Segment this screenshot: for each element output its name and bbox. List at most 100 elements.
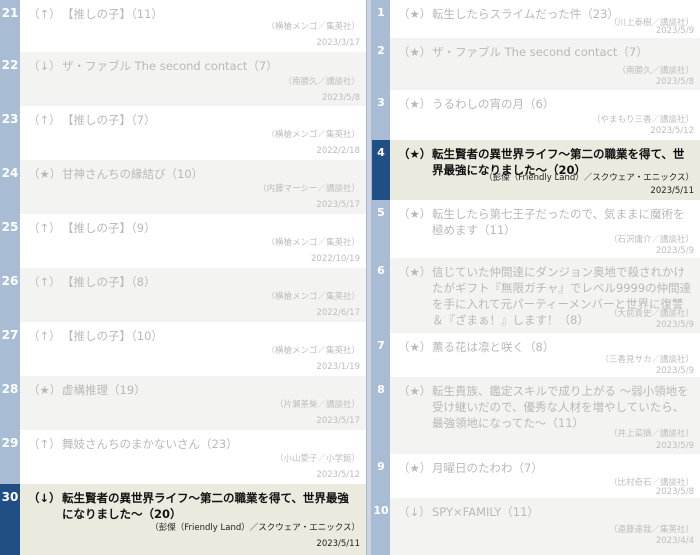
book-title[interactable]: 甘神さんちの縁結び（10） [62,166,360,182]
ranking-entry[interactable]: （↓） SPY×FAMILY（11） （遠藤達哉／集英社） 2023/4/4 [390,498,700,555]
book-title[interactable]: 【推しの子】（8） [62,274,360,290]
trend-mark: （★） [28,383,62,397]
ranking-row[interactable]: 2 （★） ザ・ファブル The second contact（7） （南勝久／講談社… [372,38,700,90]
trend-mark: （★） [398,7,432,21]
ranking-row[interactable]: 21 （↑） 【推しの子】（11） （横槍メンゴ／集英社） 2023/3/17 [0,0,366,52]
rank-number: 26 [0,268,20,322]
ranking-row[interactable]: 29 （↑） 舞妓さんちのまかないさん（23） （小山愛子／小学館） 2023/5/12 [0,430,366,484]
ranking-entry[interactable]: （★） 転生賢者の異世界ライフ〜第二の職業を得て、世界最強になりました〜（20）（… [390,140,700,200]
book-title[interactable]: 舞妓さんちのまかないさん（23） [62,436,360,452]
ranking-row[interactable]: 3 （★） うるわしの宵の月（6） （やまもり三香／講談社） 2023/5/12 [372,90,700,140]
ranking-entry[interactable]: （★） 転生したら第七王子だったので、気ままに魔術を極めます（11） （石沢庸介／講… [390,200,700,258]
ranking-row[interactable]: 23 （↑） 【推しの子】（7） （横槍メンゴ／集英社） 2022/2/18 [0,106,366,160]
ranking-entry[interactable]: （↓） ザ・ファブル The second contact（7） （南勝久／講談社）… [20,52,366,106]
ranking-entry[interactable]: （★） 転生貴族、鑑定スキルで成り上がる 〜弱小領地を受け継いだので、優秀な人材を… [390,377,700,454]
trend-mark: （↑） [28,113,61,127]
entry-heading: （↓） ザ・ファブル The second contact（7） [28,58,360,74]
rank-number: 10 [372,498,390,555]
book-title[interactable]: 転生貴族、鑑定スキルで成り上がる 〜弱小領地を受け継いだので、優秀な人材を増やし… [432,383,694,431]
entry-heading: （★） 転生貴族、鑑定スキルで成り上がる 〜弱小領地を受け継いだので、優秀な人材を… [398,383,694,431]
trend-mark: （★） [28,167,62,181]
ranking-entry[interactable]: （↑） 【推しの子】（8） （横槍メンゴ／集英社） 2022/6/17 [20,268,366,322]
ranking-list-right: 1 （★） 転生したらスライムだった件（23） （川上泰樹／講談社） 2023/5/9 2… [372,0,700,555]
ranking-row[interactable]: 22 （↓） ザ・ファブル The second contact（7） （南勝久／講談… [0,52,366,106]
release-date: 2023/5/17 [316,416,360,426]
ranking-row[interactable]: 27 （↑） 【推しの子】（10） （横槍メンゴ／集英社） 2023/1/19 [0,322,366,376]
author-publisher: （彭傑（Friendly Land）／スクウェア・エニックス） [150,523,360,533]
release-date: 2023/5/8 [655,77,694,87]
ranking-entry[interactable]: （↑） 【推しの子】（11） （横槍メンゴ／集英社） 2023/3/17 [20,0,366,52]
ranking-row[interactable]: 8 （★） 転生貴族、鑑定スキルで成り上がる 〜弱小領地を受け継いだので、優秀な人材… [372,377,700,454]
entry-heading: （★） 甘神さんちの縁結び（10） [28,166,360,182]
book-title[interactable]: 月曜日のたわわ（7） [432,460,694,476]
rank-number: 2 [372,38,390,90]
ranking-entry[interactable]: （↑） 【推しの子】（9） （横槍メンゴ／集英社） 2022/10/19 [20,214,366,268]
trend-mark: （★） [398,97,432,111]
ranking-row[interactable]: 5 （★） 転生したら第七王子だったので、気ままに魔術を極めます（11） （石沢庸介／… [372,200,700,258]
author-publisher: （内藤マーシー／講談社） [258,184,360,194]
ranking-entry[interactable]: （★） 甘神さんちの縁結び（10） （内藤マーシー／講談社） 2023/5/17 [20,160,366,214]
release-date: 2023/1/19 [316,362,360,372]
ranking-row[interactable]: 26 （↑） 【推しの子】（8） （横槍メンゴ／集英社） 2022/6/17 [0,268,366,322]
entry-heading: （★） うるわしの宵の月（6） [398,96,694,112]
ranking-entry[interactable]: （↑） 【推しの子】（10） （横槍メンゴ／集英社） 2023/1/19 [20,322,366,376]
entry-heading: （★） 月曜日のたわわ（7） [398,460,694,476]
trend-mark: （★） [398,340,432,354]
ranking-entry[interactable]: （↓） 転生賢者の異世界ライフ〜第二の職業を得て、世界最強になりました〜（20）（… [20,484,366,555]
release-date: 2023/5/11 [650,186,694,196]
book-title[interactable]: 【推しの子】（10） [62,328,360,344]
entry-heading: （↑） 舞妓さんちのまかないさん（23） [28,436,360,452]
rank-number: 9 [372,454,390,498]
trend-mark: （★） [398,207,432,221]
ranking-row[interactable]: 30 （↓） 転生賢者の異世界ライフ〜第二の職業を得て、世界最強になりました〜（20… [0,484,366,555]
trend-mark: （★） [398,265,432,279]
rank-number: 5 [372,200,390,258]
release-date: 2022/10/19 [311,254,360,264]
book-title[interactable]: 【推しの子】（7） [62,112,360,128]
author-publisher: （石沢庸介／講談社） [608,235,694,245]
ranking-row[interactable]: 9 （★） 月曜日のたわわ（7） （比村奇石／講談社） 2023/5/8 [372,454,700,498]
book-title[interactable]: SPY×FAMILY（11） [432,504,694,520]
trend-mark: （↑） [28,437,61,451]
book-title[interactable]: 転生賢者の異世界ライフ〜第二の職業を得て、世界最強になりました〜（20） [62,490,360,522]
ranking-row[interactable]: 6 （★） 信じていた仲間達にダンジョン奥地で殺されかけたがギフト『無限ガチャ』でレ… [372,258,700,333]
ranking-entry[interactable]: （★） ザ・ファブル The second contact（7） （南勝久／講談社）… [390,38,700,90]
book-title[interactable]: うるわしの宵の月（6） [432,96,694,112]
ranking-entry[interactable]: （★） うるわしの宵の月（6） （やまもり三香／講談社） 2023/5/12 [390,90,700,140]
ranking-row[interactable]: 24 （★） 甘神さんちの縁結び（10） （内藤マーシー／講談社） 2023/5/17 [0,160,366,214]
ranking-entry[interactable]: （★） 信じていた仲間達にダンジョン奥地で殺されかけたがギフト『無限ガチャ』でレベ… [390,258,700,333]
rank-number: 8 [372,377,390,454]
ranking-entry[interactable]: （↑） 舞妓さんちのまかないさん（23） （小山愛子／小学館） 2023/5/12 [20,430,366,484]
ranking-row[interactable]: 28 （★） 虚構推理（19） （片瀬茶柴／講談社） 2023/5/17 [0,376,366,430]
ranking-row[interactable]: 25 （↑） 【推しの子】（9） （横槍メンゴ／集英社） 2022/10/19 [0,214,366,268]
release-date: 2023/5/11 [316,539,360,549]
author-publisher: （南勝久／講談社） [283,77,360,87]
ranking-row[interactable]: 1 （★） 転生したらスライムだった件（23） （川上泰樹／講談社） 2023/5/9 [372,0,700,38]
ranking-row[interactable]: 4 （★） 転生賢者の異世界ライフ〜第二の職業を得て、世界最強になりました〜（20）… [372,140,700,200]
book-title[interactable]: 【推しの子】（9） [62,220,360,236]
entry-heading: （↑） 【推しの子】（8） [28,274,360,290]
ranking-row[interactable]: 7 （★） 薫る花は凛と咲く（8） （三香見サカ／講談社） 2023/5/9 [372,333,700,377]
rank-number: 4 [372,140,390,200]
ranking-entry[interactable]: （★） 薫る花は凛と咲く（8） （三香見サカ／講談社） 2023/5/9 [390,333,700,377]
author-publisher: （南勝久／講談社） [617,66,694,76]
rank-number: 24 [0,160,20,214]
trend-mark: （↑） [28,7,61,21]
entry-heading: （↓） SPY×FAMILY（11） [398,504,694,520]
book-title[interactable]: ザ・ファブル The second contact（7） [432,44,694,60]
ranking-entry[interactable]: （★） 転生したらスライムだった件（23） （川上泰樹／講談社） 2023/5/9 [390,0,700,38]
book-title[interactable]: 虚構推理（19） [62,382,360,398]
ranking-entry[interactable]: （★） 月曜日のたわわ（7） （比村奇石／講談社） 2023/5/8 [390,454,700,498]
release-date: 2023/5/9 [655,246,694,256]
rank-number: 27 [0,322,20,376]
trend-mark: （↓） [28,59,61,73]
ranking-list-left: 21 （↑） 【推しの子】（11） （横槍メンゴ／集英社） 2023/3/17 22 （↓）… [0,0,366,555]
ranking-row[interactable]: 10 （↓） SPY×FAMILY（11） （遠藤達哉／集英社） 2023/4/4 [372,498,700,555]
author-publisher: （小山愛子／小学館） [274,454,360,464]
author-publisher: （横槍メンゴ／集英社） [266,22,360,32]
trend-mark: （↑） [28,275,61,289]
ranking-entry[interactable]: （★） 虚構推理（19） （片瀬茶柴／講談社） 2023/5/17 [20,376,366,430]
ranking-entry[interactable]: （↑） 【推しの子】（7） （横槍メンゴ／集英社） 2022/2/18 [20,106,366,160]
book-title[interactable]: ザ・ファブル The second contact（7） [62,58,360,74]
entry-heading: （★） ザ・ファブル The second contact（7） [398,44,694,60]
